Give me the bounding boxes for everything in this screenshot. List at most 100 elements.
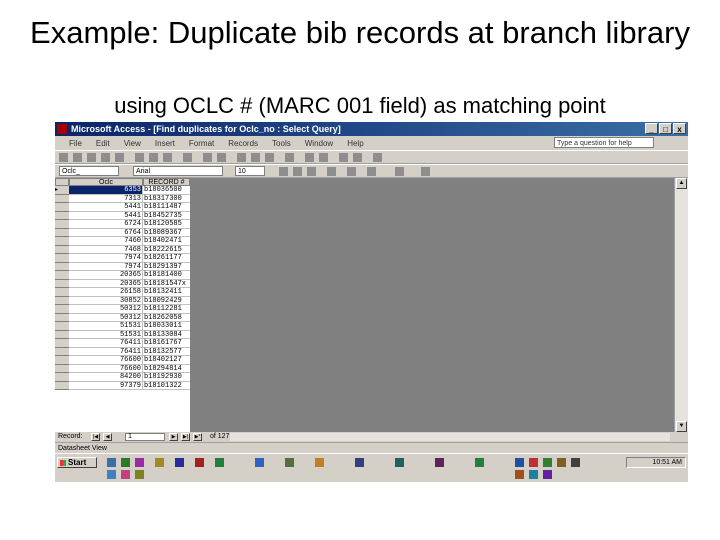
oclc-cell[interactable]: 6764: [69, 228, 143, 237]
maximize-button[interactable]: □: [659, 123, 672, 134]
minimize-button[interactable]: _: [645, 123, 658, 134]
scroll-down-icon[interactable]: ▼: [676, 421, 687, 432]
vertical-scrollbar[interactable]: ▲ ▼: [674, 178, 688, 432]
record-cell[interactable]: b18452735: [143, 212, 190, 220]
quicklaunch-notes-icon[interactable]: [135, 470, 144, 479]
record-cell[interactable]: b18089367: [143, 229, 190, 237]
first-record-icon[interactable]: |◀: [91, 433, 100, 441]
oclc-cell[interactable]: 7974: [69, 262, 143, 271]
oclc-cell[interactable]: 51531: [69, 322, 143, 331]
row-selector[interactable]: [55, 203, 69, 212]
table-row[interactable]: 20365 b18181400: [55, 271, 190, 280]
last-record-icon[interactable]: ▶|: [181, 433, 190, 441]
oclc-cell[interactable]: 6353: [69, 186, 143, 195]
row-selector[interactable]: [55, 330, 69, 339]
record-cell[interactable]: b18112281: [143, 305, 190, 314]
oclc-cell[interactable]: 5441: [69, 203, 143, 212]
table-row[interactable]: 7974 b18291397: [55, 262, 190, 271]
oclc-cell[interactable]: 5441: [69, 211, 143, 220]
taskbar-app-icon[interactable]: [155, 458, 164, 467]
scroll-up-icon[interactable]: ▲: [676, 178, 687, 189]
tray-messenger-icon[interactable]: [529, 470, 538, 479]
print-icon[interactable]: [87, 153, 96, 162]
record-cell[interactable]: b18181400: [143, 271, 190, 280]
oclc-cell[interactable]: 7468: [69, 245, 143, 254]
find-icon[interactable]: [285, 153, 294, 162]
quicklaunch-desktop-icon[interactable]: [107, 458, 116, 467]
table-row[interactable]: 97379 b18101322: [55, 381, 190, 390]
tray-network-icon[interactable]: [557, 458, 566, 467]
table-row[interactable]: 26158 b18132411: [55, 288, 190, 297]
row-selector[interactable]: [55, 237, 69, 246]
table-row[interactable]: 7313 b18317300: [55, 194, 190, 203]
record-cell[interactable]: b18294814: [143, 365, 190, 373]
row-selector[interactable]: [55, 356, 69, 365]
row-selector[interactable]: [55, 373, 69, 382]
quicklaunch-paint-icon[interactable]: [121, 470, 130, 479]
font-color-icon[interactable]: [347, 167, 356, 176]
table-row[interactable]: 50312 b18262058: [55, 313, 190, 322]
table-row[interactable]: 30852 b18092429: [55, 296, 190, 305]
new-record-icon[interactable]: [305, 153, 314, 162]
record-cell[interactable]: b18402471: [143, 237, 190, 246]
oclc-cell[interactable]: 51531: [69, 330, 143, 339]
next-record-icon[interactable]: ▶: [169, 433, 178, 441]
record-cell[interactable]: b18402127: [143, 356, 190, 365]
apply-filter-icon[interactable]: [265, 153, 274, 162]
record-cell[interactable]: b18111487: [143, 203, 190, 212]
record-cell[interactable]: b18036500: [143, 186, 190, 195]
taskbar-access-icon[interactable]: [195, 458, 204, 467]
font-size-combo[interactable]: 10: [235, 166, 265, 176]
oclc-cell[interactable]: 6724: [69, 220, 143, 229]
oclc-cell[interactable]: 76411: [69, 339, 143, 348]
menu-format[interactable]: Format: [189, 139, 214, 148]
oclc-cell[interactable]: 30852: [69, 296, 143, 305]
table-row[interactable]: 6764 b18089367: [55, 228, 190, 237]
line-color-icon[interactable]: [367, 167, 376, 176]
sort-descending-icon[interactable]: [217, 153, 226, 162]
record-cell[interactable]: b18161767: [143, 339, 190, 348]
record-cell[interactable]: b18192930: [143, 373, 190, 382]
tray-language-icon[interactable]: [515, 458, 524, 467]
menu-edit[interactable]: Edit: [96, 139, 110, 148]
record-cell[interactable]: b18262058: [143, 314, 190, 322]
undo-icon[interactable]: [183, 153, 192, 162]
table-row[interactable]: 76411 b18161767: [55, 339, 190, 348]
table-row[interactable]: 7974 b18261177: [55, 254, 190, 263]
menu-records[interactable]: Records: [228, 139, 258, 148]
previous-record-icon[interactable]: ◀: [103, 433, 112, 441]
underline-icon[interactable]: [307, 167, 316, 176]
menu-file[interactable]: File: [69, 139, 82, 148]
copy-icon[interactable]: [149, 153, 158, 162]
row-selector[interactable]: [55, 228, 69, 237]
oclc-cell[interactable]: 97379: [69, 381, 143, 390]
row-selector[interactable]: [55, 220, 69, 229]
row-selector[interactable]: [55, 254, 69, 263]
special-effect-icon[interactable]: [421, 167, 430, 176]
menu-view[interactable]: View: [124, 139, 141, 148]
row-selector[interactable]: [55, 279, 69, 288]
menu-window[interactable]: Window: [305, 139, 333, 148]
table-row[interactable]: 5441 b18452735: [55, 211, 190, 220]
spelling-icon[interactable]: [115, 153, 124, 162]
row-selector[interactable]: [55, 262, 69, 271]
table-row[interactable]: 7460 b18402471: [55, 237, 190, 246]
preview-icon[interactable]: [101, 153, 110, 162]
row-selector[interactable]: [55, 271, 69, 280]
record-cell[interactable]: b18092429: [143, 297, 190, 305]
cut-icon[interactable]: [135, 153, 144, 162]
row-selector[interactable]: [55, 313, 69, 322]
oclc-cell[interactable]: 20365: [69, 279, 143, 288]
start-button[interactable]: Start: [57, 457, 97, 468]
delete-record-icon[interactable]: [319, 153, 328, 162]
oclc-cell[interactable]: 76411: [69, 347, 143, 356]
taskbar-mail-icon[interactable]: [285, 458, 294, 467]
row-selector[interactable]: [55, 322, 69, 331]
oclc-cell[interactable]: 26158: [69, 288, 143, 297]
close-button[interactable]: x: [673, 123, 686, 134]
record-cell[interactable]: b18222615: [143, 246, 190, 254]
new-record-nav-icon[interactable]: ▶*: [193, 433, 202, 441]
taskbar-folder-icon[interactable]: [315, 458, 324, 467]
oclc-cell[interactable]: 7313: [69, 194, 143, 203]
row-selector[interactable]: [55, 305, 69, 314]
